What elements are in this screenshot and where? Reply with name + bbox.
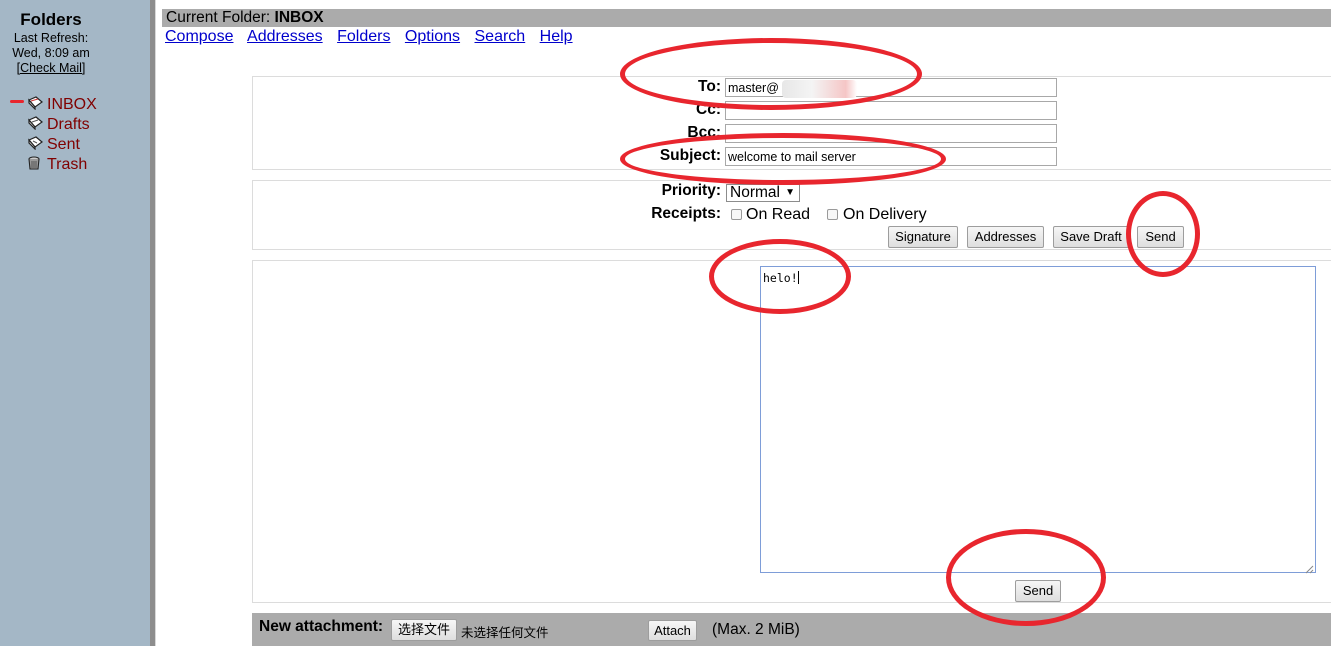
nav-options[interactable]: Options (405, 28, 460, 45)
sidebar-item-label: Sent (47, 136, 80, 153)
save-draft-button[interactable]: Save Draft (1053, 226, 1129, 248)
on-read-checkbox[interactable] (731, 209, 742, 220)
current-folder-marker (10, 100, 24, 103)
sidebar-item-label: Drafts (47, 116, 90, 133)
signature-button[interactable]: Signature (888, 226, 958, 248)
bcc-label: Bcc: (687, 124, 721, 141)
resize-grip-icon[interactable] (1304, 561, 1314, 574)
priority-select[interactable]: Normal ▼ (726, 184, 800, 202)
last-refresh-time: Wed, 8:09 am (12, 46, 90, 60)
current-folder-name: INBOX (274, 9, 324, 26)
nav-folders[interactable]: Folders (337, 28, 390, 45)
choose-file-button[interactable]: 选择文件 (391, 619, 457, 641)
to-field[interactable] (725, 78, 1057, 97)
check-mail-link[interactable]: [Check Mail] (0, 61, 102, 75)
to-label: To: (698, 78, 721, 95)
sent-folder-icon (27, 136, 43, 151)
on-delivery-label: On Delivery (843, 206, 927, 223)
max-size-text: (Max. 2 MiB) (712, 621, 800, 638)
current-folder-label: Current Folder: (166, 9, 271, 26)
no-file-selected-text: 未选择任何文件 (461, 626, 549, 640)
sidebar-item-drafts[interactable]: Drafts (27, 116, 90, 134)
folder-sidebar: Folders Last Refresh: Wed, 8:09 am [Chec… (0, 0, 150, 646)
new-attachment-label: New attachment: (259, 618, 384, 635)
bcc-field[interactable] (725, 124, 1057, 143)
sidebar-item-label: Trash (47, 156, 88, 173)
sidebar-item-label: INBOX (47, 96, 97, 113)
attach-button[interactable]: Attach (648, 620, 697, 641)
inbox-folder-icon (27, 96, 43, 111)
nav-addresses[interactable]: Addresses (247, 28, 323, 45)
sidebar-item-sent[interactable]: Sent (27, 136, 80, 154)
frame-divider[interactable] (150, 0, 156, 646)
priority-label: Priority: (661, 182, 721, 199)
cc-field[interactable] (725, 101, 1057, 120)
text-cursor (797, 271, 799, 284)
drafts-folder-icon (27, 116, 43, 131)
nav-compose[interactable]: Compose (165, 28, 233, 45)
top-nav: Compose Addresses Folders Options Search… (165, 28, 583, 46)
sidebar-title: Folders (20, 10, 82, 29)
addresses-button[interactable]: Addresses (967, 226, 1044, 248)
current-folder-bar: Current Folder: INBOX (162, 9, 1331, 27)
nav-search[interactable]: Search (475, 28, 526, 45)
send-button-top[interactable]: Send (1137, 226, 1184, 248)
trash-folder-icon (27, 156, 43, 170)
receipts-label: Receipts: (651, 205, 721, 222)
last-refresh-label: Last Refresh: (13, 31, 89, 45)
on-delivery-checkbox[interactable] (827, 209, 838, 220)
subject-label: Subject: (659, 147, 721, 164)
redacted-address (782, 80, 857, 98)
nav-help[interactable]: Help (540, 28, 573, 45)
sidebar-item-inbox[interactable]: INBOX (27, 96, 97, 114)
sidebar-item-trash[interactable]: Trash (27, 156, 87, 174)
dropdown-caret-icon: ▼ (785, 187, 795, 198)
message-body-textarea[interactable]: helo! (760, 266, 1316, 573)
priority-value: Normal (730, 184, 780, 201)
message-body-text: helo! (763, 271, 798, 285)
subject-field[interactable] (725, 147, 1057, 166)
on-read-label: On Read (746, 206, 811, 223)
cc-label: Cc: (696, 101, 721, 118)
send-button-bottom[interactable]: Send (1015, 580, 1061, 602)
